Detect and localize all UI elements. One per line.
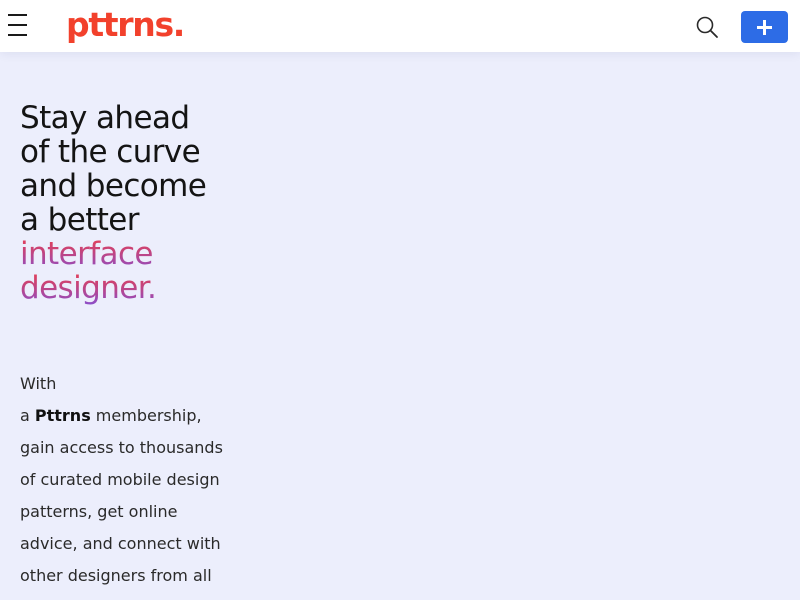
- plus-icon: [757, 20, 772, 35]
- hero-headline: Stay ahead of the curve and become a bet…: [20, 101, 280, 305]
- intro-line: With: [20, 374, 57, 393]
- headline-line: Stay ahead: [20, 100, 190, 136]
- headline-line: of the curve: [20, 134, 201, 170]
- menu-bar-bottom: [8, 34, 27, 36]
- intro-line: of curated mobile design: [20, 470, 220, 489]
- brand-name: Pttrns: [34, 406, 91, 425]
- intro-line: patterns, get online: [20, 502, 178, 521]
- intro-line: other designers from all: [20, 566, 212, 585]
- headline-line: a better: [20, 202, 140, 238]
- intro-line: gain access to thousands: [20, 438, 223, 457]
- search-button[interactable]: [695, 15, 719, 39]
- headline-line: and become: [20, 168, 207, 204]
- menu-button[interactable]: [6, 12, 30, 38]
- top-nav-bar: pttrns.: [0, 0, 800, 52]
- headline-highlight: interface: [20, 237, 220, 271]
- intro-line: a Pttrns membership,: [20, 400, 265, 432]
- pttrns-logo[interactable]: pttrns.: [66, 3, 185, 47]
- intro-paragraph: With a Pttrns membership, gain access to…: [20, 368, 265, 592]
- headline-highlight: designer.: [20, 271, 220, 305]
- intro-suffix: membership,: [90, 406, 202, 425]
- search-icon: [696, 16, 718, 38]
- menu-bar-top: [8, 14, 27, 16]
- intro-prefix: a: [20, 406, 35, 425]
- intro-line: advice, and connect with: [20, 534, 221, 553]
- add-button[interactable]: [741, 11, 788, 43]
- menu-bar-middle: [8, 24, 27, 26]
